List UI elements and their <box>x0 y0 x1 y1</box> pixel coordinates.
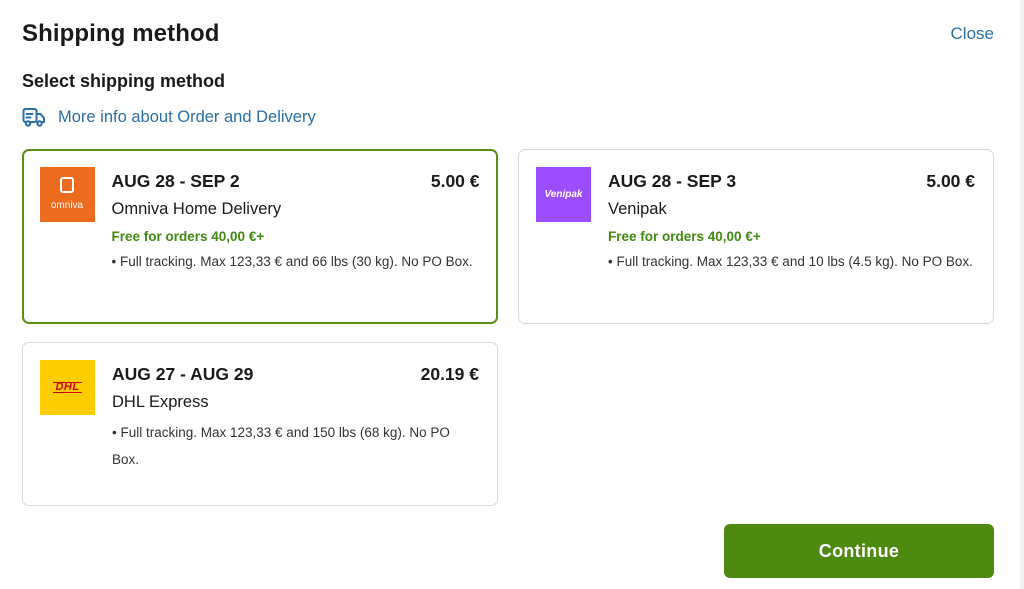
carrier-name: DHL Express <box>112 393 209 411</box>
venipak-logo: Venipak <box>536 167 591 222</box>
shipping-price: 20.19 € <box>420 364 479 384</box>
carrier-name: Omniva Home Delivery <box>111 199 282 218</box>
delivery-dates: AUG 27 - AUG 29 <box>112 364 254 384</box>
shipping-details: • Full tracking. Max 123,33 € and 66 lbs… <box>111 253 473 269</box>
omniva-logo: omniva <box>39 166 95 222</box>
dhl-logo: DHL <box>40 360 95 415</box>
scrollbar-track[interactable] <box>1020 0 1024 589</box>
continue-button[interactable]: Continue <box>724 524 994 578</box>
shipping-price: 5.00 € <box>926 171 975 191</box>
shipping-option-dhl[interactable]: DHL AUG 27 - AUG 29 20.19 € DHL Express … <box>22 342 498 506</box>
carrier-name: Venipak <box>608 200 667 218</box>
info-link-label: More info about Order and Delivery <box>58 107 316 126</box>
delivery-dates: AUG 28 - SEP 3 <box>608 171 737 191</box>
shipping-option-omniva[interactable]: omniva AUG 28 - SEP 2 5.00 € Omniva Home… <box>22 149 498 324</box>
shipping-price: 5.00 € <box>430 170 480 191</box>
delivery-truck-icon <box>22 108 45 127</box>
free-shipping-note: Free for orders 40,00 €+ <box>608 229 761 244</box>
order-delivery-info-link[interactable]: More info about Order and Delivery <box>22 106 316 128</box>
delivery-dates: AUG 28 - SEP 2 <box>111 170 240 191</box>
shipping-details: • Full tracking. Max 123,33 € and 10 lbs… <box>608 254 973 269</box>
free-shipping-note: Free for orders 40,00 €+ <box>111 228 265 244</box>
shipping-details: • Full tracking. Max 123,33 € and 150 lb… <box>112 425 450 467</box>
shipping-option-venipak[interactable]: Venipak AUG 28 - SEP 3 5.00 € Venipak Fr… <box>518 149 994 324</box>
close-button[interactable]: Close <box>951 24 994 44</box>
section-subtitle: Select shipping method <box>22 71 226 91</box>
page-title: Shipping method <box>22 20 220 47</box>
